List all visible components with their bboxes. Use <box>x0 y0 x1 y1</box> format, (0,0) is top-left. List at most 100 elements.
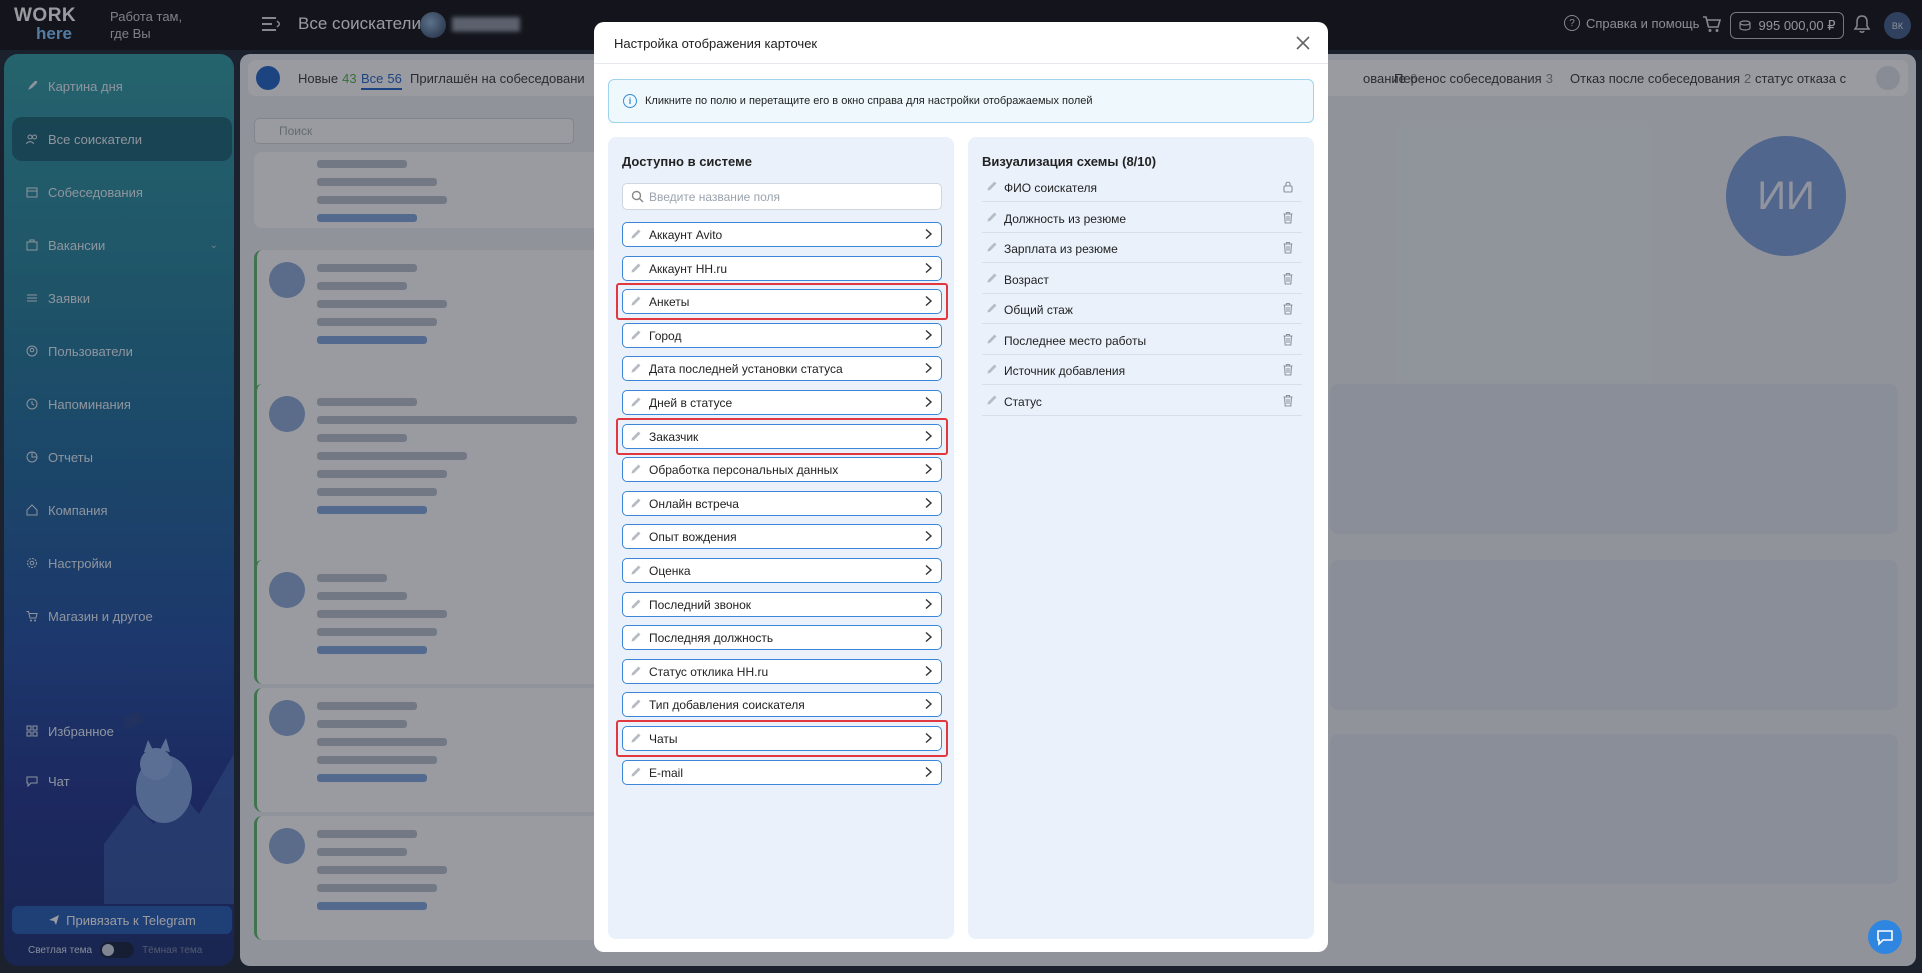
selected-field-row[interactable]: Последнее место работы <box>982 325 1302 355</box>
selected-field-row[interactable]: Источник добавления <box>982 355 1302 385</box>
selected-field-row[interactable]: Должность из резюме <box>982 203 1302 233</box>
field-search-box <box>622 183 942 210</box>
drag-pencil-icon <box>986 241 998 253</box>
drag-pencil-icon <box>630 497 642 509</box>
drag-pencil-icon <box>986 272 998 284</box>
available-field-item[interactable]: Дата последней установки статуса <box>622 356 942 382</box>
field-label: Должность из резюме <box>1004 211 1126 226</box>
field-label: Опыт вождения <box>649 530 737 545</box>
selected-field-row[interactable]: Общий стаж <box>982 294 1302 324</box>
field-label: Возраст <box>1004 272 1049 287</box>
field-label: ФИО соискателя <box>1004 181 1097 195</box>
search-icon <box>631 190 644 203</box>
drag-pencil-icon <box>630 228 642 240</box>
drag-pencil-icon <box>986 211 998 223</box>
close-icon[interactable] <box>1294 34 1312 52</box>
field-label: Город <box>649 328 682 343</box>
field-label: Последнее место работы <box>1004 333 1147 348</box>
drag-pencil-icon <box>630 362 642 374</box>
chevron-right-icon[interactable] <box>923 362 933 374</box>
info-text: Кликните по полю и перетащите его в окно… <box>645 95 1093 107</box>
drag-pencil-icon <box>630 698 642 710</box>
field-label: Аккаунт Avito <box>649 228 723 242</box>
available-field-item[interactable]: Последний звонок <box>622 591 942 617</box>
available-field-item[interactable]: Опыт вождения <box>622 524 942 550</box>
chevron-right-icon[interactable] <box>923 598 933 610</box>
trash-icon[interactable] <box>1282 272 1294 285</box>
chevron-right-icon[interactable] <box>923 262 933 274</box>
selected-field-row[interactable]: Статус <box>982 386 1302 416</box>
available-field-item[interactable]: Тип добавления соискателя <box>622 692 942 718</box>
drag-pencil-icon <box>630 598 642 610</box>
trash-icon[interactable] <box>1282 302 1294 315</box>
available-field-item[interactable]: Последняя должность <box>622 625 942 651</box>
available-field-item[interactable]: Статус отклика HH.ru <box>622 658 942 684</box>
chevron-right-icon[interactable] <box>923 463 933 475</box>
selected-field-row[interactable]: ФИО соискателя <box>982 172 1302 202</box>
chevron-right-icon[interactable] <box>923 698 933 710</box>
chevron-right-icon[interactable] <box>923 396 933 408</box>
field-label: Общий стаж <box>1004 303 1073 317</box>
highlight-annotation-box <box>616 283 948 321</box>
field-label: Последняя должность <box>649 631 774 646</box>
trash-icon[interactable] <box>1282 394 1294 407</box>
chevron-right-icon[interactable] <box>923 564 933 576</box>
field-label: Последний звонок <box>649 597 752 612</box>
available-fields-title: Доступно в системе <box>622 154 752 169</box>
available-field-item[interactable]: Город <box>622 322 942 348</box>
chevron-right-icon[interactable] <box>923 329 933 341</box>
drag-pencil-icon <box>630 530 642 542</box>
available-field-item[interactable]: E-mail <box>622 759 942 785</box>
selected-field-row[interactable]: Возраст <box>982 264 1302 294</box>
chevron-right-icon[interactable] <box>923 631 933 643</box>
drag-pencil-icon <box>986 333 998 345</box>
trash-icon[interactable] <box>1282 241 1294 254</box>
info-icon: i <box>623 94 637 108</box>
drag-pencil-icon <box>630 665 642 677</box>
chevron-right-icon[interactable] <box>923 497 933 509</box>
selected-field-row[interactable]: Зарплата из резюме <box>982 233 1302 263</box>
field-label: Зарплата из резюме <box>1004 242 1118 256</box>
drag-pencil-icon <box>986 394 998 406</box>
chevron-right-icon[interactable] <box>923 665 933 677</box>
highlight-annotation-box <box>616 720 948 757</box>
info-banner: i Кликните по полю и перетащите его в ок… <box>608 79 1314 123</box>
modal-divider <box>594 63 1328 64</box>
drag-pencil-icon <box>630 262 642 274</box>
field-label: Аккаунт HH.ru <box>649 261 728 276</box>
field-label: E-mail <box>649 765 684 780</box>
trash-icon[interactable] <box>1282 211 1294 224</box>
field-label: Оценка <box>649 564 691 578</box>
field-label: Статус <box>1004 394 1042 409</box>
available-field-item[interactable]: Аккаунт Avito <box>622 222 942 247</box>
field-label: Онлайн встреча <box>649 496 739 511</box>
drag-pencil-icon <box>630 463 642 475</box>
chevron-right-icon[interactable] <box>923 530 933 542</box>
available-field-item[interactable]: Оценка <box>622 558 942 583</box>
drag-pencil-icon <box>986 302 998 314</box>
available-field-item[interactable]: Дней в статусе <box>622 390 942 415</box>
card-display-settings-modal: Настройка отображения карточек i Кликнит… <box>594 22 1328 952</box>
field-label: Тип добавления соискателя <box>649 698 805 713</box>
drag-pencil-icon <box>630 766 642 778</box>
chat-bubble-icon <box>1877 930 1893 946</box>
drag-pencil-icon <box>630 631 642 643</box>
drag-pencil-icon <box>630 396 642 408</box>
drag-pencil-icon <box>986 363 998 375</box>
trash-icon[interactable] <box>1282 333 1294 346</box>
available-fields-panel: Доступно в системе Аккаунт Avito Аккаунт … <box>608 137 954 939</box>
field-label: Источник добавления <box>1004 364 1126 378</box>
chevron-right-icon[interactable] <box>923 228 933 240</box>
available-field-item[interactable]: Обработка персональных данных <box>622 457 942 483</box>
drag-pencil-icon <box>986 180 998 192</box>
trash-icon[interactable] <box>1282 363 1294 376</box>
drag-pencil-icon <box>630 564 642 576</box>
available-field-item[interactable]: Аккаунт HH.ru <box>622 255 942 281</box>
field-label: Обработка персональных данных <box>649 463 839 478</box>
chevron-right-icon[interactable] <box>923 766 933 778</box>
field-search-input[interactable] <box>649 188 929 206</box>
modal-title: Настройка отображения карточек <box>614 36 818 51</box>
support-chat-button[interactable] <box>1868 920 1902 954</box>
available-field-item[interactable]: Онлайн встреча <box>622 490 942 516</box>
field-label: Статус отклика HH.ru <box>649 664 769 679</box>
